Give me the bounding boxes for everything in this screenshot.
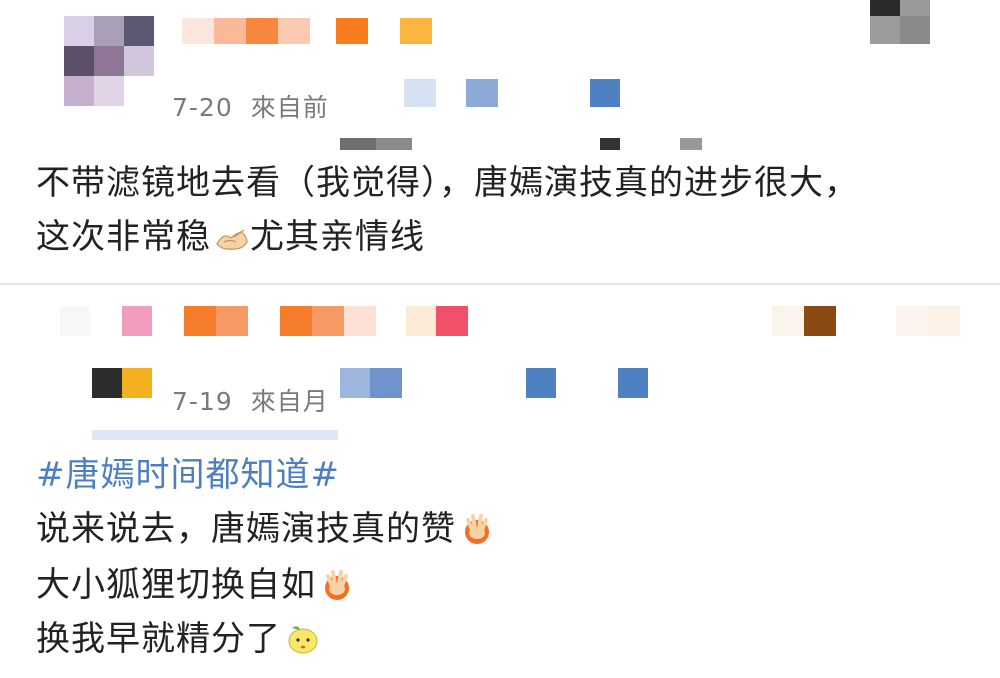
post-source[interactable]: 來自月 xyxy=(251,387,329,416)
post-date: 7-20 xyxy=(172,93,233,122)
username-mosaic[interactable] xyxy=(182,18,432,44)
comment-text-line-2-text: 大小狐狸切换自如 xyxy=(36,565,316,605)
comment-text-line-1-text: 说来说去，唐嫣演技真的赞 xyxy=(36,509,456,549)
post-source[interactable]: 來自前 xyxy=(251,93,329,122)
vip-badge-mosaic xyxy=(772,306,960,336)
post-meta: 7-19 來自月 xyxy=(172,382,329,418)
comment-post-1: 7-20 來自前 不带滤镜地去看（我觉得），唐嫣演技真的进步很大， 这次非常稳 尤… xyxy=(0,0,1000,284)
tag-mosaic xyxy=(340,138,702,150)
post-date: 7-19 xyxy=(172,387,233,416)
comment-text-line-3: 换我早就精分了 xyxy=(36,614,320,664)
comment-text-line-2-tail: 尤其亲情线 xyxy=(250,217,425,257)
clapping-hands-emoji xyxy=(319,566,355,602)
follow-button-mosaic[interactable] xyxy=(870,0,930,16)
comment-text-line-1: 不带滤镜地去看（我觉得），唐嫣演技真的进步很大， xyxy=(36,163,859,203)
comment-text-line-3-text: 换我早就精分了 xyxy=(36,619,281,659)
lemon-face-emoji xyxy=(284,620,320,656)
avatar[interactable] xyxy=(64,16,154,106)
comment-text-line-2: 这次非常稳 尤其亲情线 xyxy=(36,212,425,262)
source-mosaic xyxy=(340,368,648,398)
hashtag-link[interactable]: #唐嫣时间都知道# xyxy=(36,450,340,500)
comment-text-line-2: 大小狐狸切换自如 xyxy=(36,560,355,610)
clapping-hands-emoji xyxy=(459,510,495,546)
comment-divider xyxy=(0,283,1000,285)
comment-text-line-2-head: 这次非常稳 xyxy=(36,217,211,257)
comment-post-2: 7-19 來自月 #唐嫣时间都知道# 说来说去，唐嫣演技真的赞 大小狐狸切换自如 … xyxy=(0,286,1000,678)
tag-mosaic xyxy=(92,430,338,440)
comment-text-line-1: 说来说去，唐嫣演技真的赞 xyxy=(36,504,495,554)
avatar[interactable] xyxy=(92,368,152,398)
username-mosaic[interactable] xyxy=(60,306,468,336)
follow-button-mosaic-lower xyxy=(870,16,930,44)
pointing-hands-emoji xyxy=(214,218,250,254)
source-mosaic xyxy=(404,79,620,107)
post-meta: 7-20 來自前 xyxy=(172,88,329,124)
